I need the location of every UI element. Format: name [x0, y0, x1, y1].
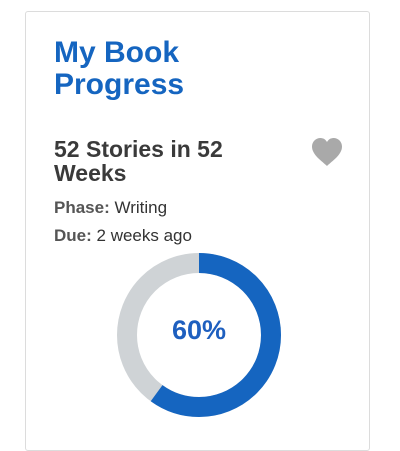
- progress-percent: 60%: [171, 315, 227, 345]
- due-row: Due: 2 weeks ago: [54, 226, 192, 246]
- phase-row: Phase: Writing: [54, 198, 167, 218]
- card-title: My Book Progress: [54, 36, 185, 101]
- phase-value: Writing: [114, 198, 168, 217]
- due-value: 2 weeks ago: [96, 226, 192, 245]
- book-title[interactable]: 52 Stories in 52 Weeks: [54, 137, 294, 185]
- heart-icon[interactable]: [310, 136, 344, 168]
- phase-label: Phase:: [54, 198, 110, 217]
- due-label: Due:: [54, 226, 92, 245]
- book-progress-card: My Book Progress 52 Stories in 52 Weeks …: [25, 11, 370, 451]
